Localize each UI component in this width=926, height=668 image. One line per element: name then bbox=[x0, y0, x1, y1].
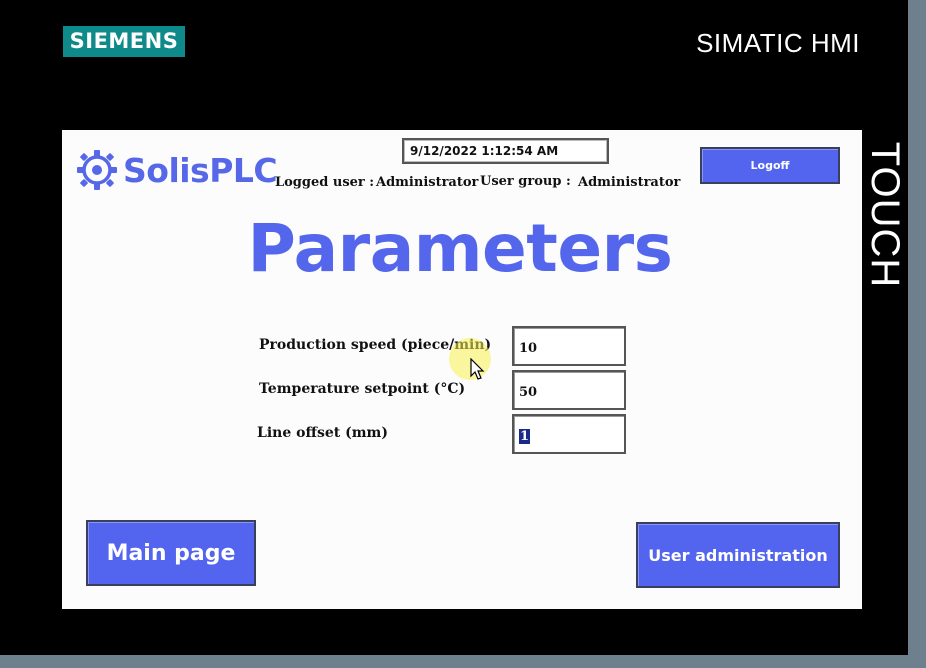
production-speed-input[interactable]: 10 bbox=[512, 326, 626, 366]
main-page-button[interactable]: Main page bbox=[86, 520, 256, 586]
page-title: Parameters bbox=[247, 210, 673, 287]
siemens-logo: SIEMENS bbox=[63, 26, 185, 57]
logoff-button[interactable]: Logoff bbox=[700, 147, 840, 184]
touch-side-label: TOUCH bbox=[863, 141, 907, 289]
logged-user-value: Administrator bbox=[376, 175, 479, 190]
hmi-bezel: SIEMENS SIMATIC HMI TOUCH SolisPLC 9/12/… bbox=[0, 0, 908, 655]
logged-user-label: Logged user : bbox=[275, 175, 375, 190]
line-offset-selected-text: 1 bbox=[519, 429, 531, 444]
device-model-label: SIMATIC HMI bbox=[696, 28, 860, 58]
mouse-pointer-icon bbox=[470, 358, 485, 380]
logo-text: SolisPLC bbox=[123, 150, 278, 190]
line-offset-input[interactable]: 1 bbox=[512, 414, 626, 454]
user-group-value: Administrator bbox=[578, 175, 681, 190]
touch-side-label-wrap: TOUCH bbox=[862, 130, 908, 298]
temperature-setpoint-label: Temperature setpoint (°C) bbox=[259, 381, 466, 397]
solisplc-logo: SolisPLC bbox=[75, 144, 278, 196]
line-offset-label: Line offset (mm) bbox=[257, 425, 388, 441]
temperature-setpoint-input[interactable]: 50 bbox=[512, 370, 626, 410]
user-group-label: User group : bbox=[480, 174, 571, 189]
datetime-display: 9/12/2022 1:12:54 AM bbox=[402, 138, 609, 164]
gear-logo-icon bbox=[77, 150, 117, 190]
user-administration-button[interactable]: User administration bbox=[636, 522, 840, 588]
